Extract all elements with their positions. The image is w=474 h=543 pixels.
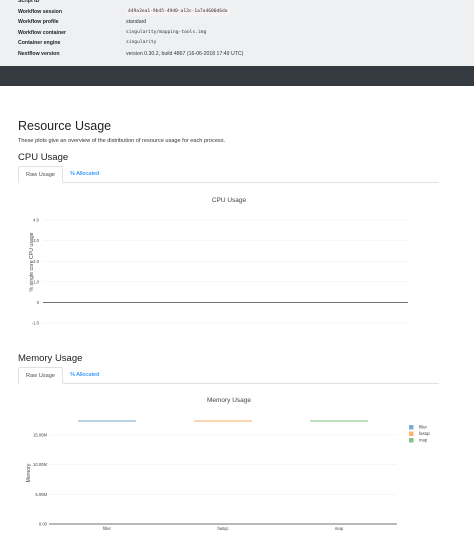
memory-y-tick-label: 0.00 (39, 522, 48, 527)
memory-x-tick-label: map (335, 526, 344, 531)
cpu-usage-chart: CPU Usage % single core CPU usage 4.03.0… (29, 197, 408, 326)
tab-memory-raw-usage[interactable]: Raw Usage (18, 367, 63, 384)
legend-swatch (409, 425, 414, 430)
cpu-tabs: Raw Usage % Allocated (18, 166, 439, 183)
cpu-y-tick-label: 4.0 (33, 218, 39, 223)
legend-swatch (409, 431, 414, 436)
cpu-y-tick-label: 3.0 (33, 238, 39, 243)
cpu-chart-title: CPU Usage (212, 197, 247, 204)
resource-usage-description: These plots give an overview of the dist… (18, 138, 226, 144)
info-label: Workflow container (18, 29, 67, 36)
cpu-y-tick-label: 0 (37, 300, 40, 305)
info-label: Container engine (18, 40, 61, 46)
cpu-y-tick-label: 1.0 (33, 279, 39, 284)
memory-y-axis-label: Memory (26, 463, 32, 482)
cpu-usage-title: CPU Usage (18, 152, 69, 163)
workflow-info-panel: Script ID Workflow session 449a3ea1-9bd5-4… (0, 0, 474, 66)
info-value: version 0.30.2, build 4867 (16-06-2018 1… (126, 50, 244, 57)
legend-label: fastqc (419, 431, 430, 436)
info-value: singularity (126, 40, 157, 45)
info-value: standard (126, 19, 147, 25)
memory-y-tick-label: 15.00M (33, 433, 47, 438)
tab-cpu-percent-allocated[interactable]: % Allocated (63, 166, 106, 182)
info-label: Nextflow version (18, 50, 60, 57)
info-label: Workflow profile (18, 19, 59, 25)
memory-usage-chart: Memory Usage Memory 15.00M 10.00M 5.00M 0.0… (26, 397, 430, 531)
info-label: Workflow session (18, 8, 63, 15)
resource-usage-title: Resource Usage (18, 119, 112, 133)
memory-usage-title: Memory Usage (18, 353, 83, 364)
legend-label: filter (419, 425, 428, 430)
memory-tabs: Raw Usage % Allocated (18, 367, 439, 384)
cpu-y-tick-label: -1.0 (32, 321, 40, 326)
info-label: Script ID (18, 0, 40, 4)
memory-x-tick-label: fastqc (217, 526, 228, 531)
memory-x-tick-label: filter (103, 526, 112, 531)
tab-memory-percent-allocated[interactable]: % Allocated (63, 367, 106, 383)
legend-label: map (419, 438, 428, 443)
dark-divider-bar (0, 66, 474, 86)
info-value: singularity/mapping-tools.img (126, 29, 207, 35)
info-value: 449a3ea1-9bd5-49d0-a13c-1a7a4600d6da (126, 7, 230, 16)
legend-swatch (409, 438, 414, 443)
memory-chart-title: Memory Usage (207, 397, 251, 404)
cpu-y-tick-label: 2.0 (33, 259, 39, 264)
memory-y-tick-label: 10.00M (33, 462, 47, 467)
tab-cpu-raw-usage[interactable]: Raw Usage (18, 166, 63, 183)
memory-y-tick-label: 5.00M (35, 492, 47, 497)
